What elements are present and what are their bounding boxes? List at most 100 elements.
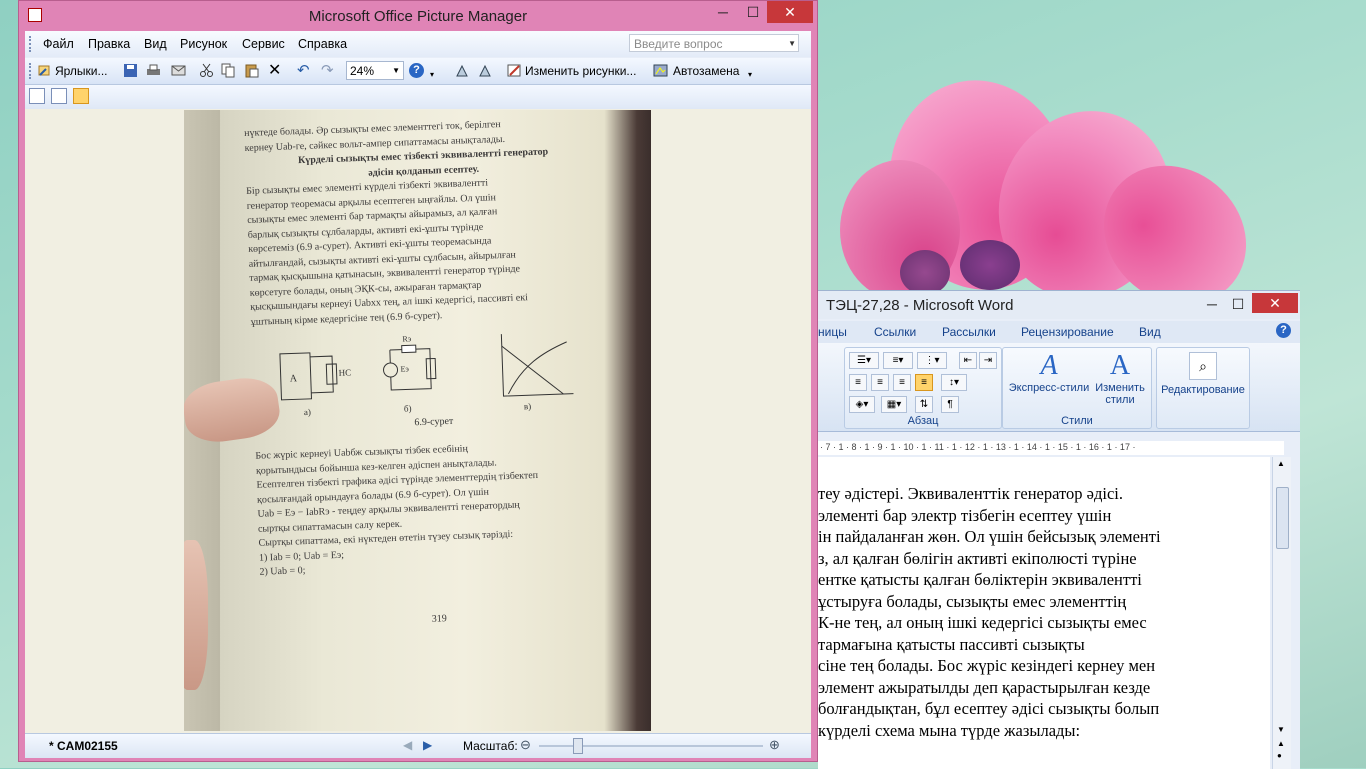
document-page[interactable]: теу әдістері. Эквиваленттік генератор әд… [818,457,1270,769]
picture-canvas[interactable]: нүктеде болады. Әр сызықты емес элементт… [25,109,811,733]
copy-icon[interactable] [221,63,236,78]
rotate-right-icon[interactable] [477,63,492,78]
filmstrip-view-icon[interactable] [51,88,67,104]
redo-icon[interactable]: ↷ [321,62,334,80]
menu-view[interactable]: Вид [144,37,167,51]
scroll-down-icon[interactable]: ▼ [1277,725,1285,734]
undo-icon[interactable]: ↶ [297,62,310,80]
print-icon[interactable] [146,63,161,78]
select-browse-object-icon[interactable]: ● [1277,751,1282,760]
paragraph-group: ☰▾ ≡▾ ⋮▾ ⇤ ⇥ ≡ ≡ ≡ ≡ ↕▾ ◈▾ ▦▾ ⇅ ¶ Абзац [844,347,1002,429]
sort-icon[interactable]: ⇅ [915,396,933,413]
cut-icon[interactable] [199,63,214,78]
doc-line: теу әдістері. Эквиваленттік генератор әд… [818,484,1123,503]
scrollbar-thumb[interactable] [1276,487,1289,549]
word-title-bar[interactable]: ТЭЦ-27,28 - Microsoft Word ─ ☐ ✕ [818,291,1300,319]
zoom-dropdown-icon[interactable]: ▼ [392,66,400,75]
book-photo[interactable]: нүктеде болады. Әр сызықты емес элементт… [184,110,651,731]
zoom-in-icon[interactable]: ⊕ [769,737,780,753]
numbering-icon[interactable]: ≡▾ [883,352,913,369]
menu-edit[interactable]: Правка [88,37,130,51]
thumbnail-view-icon[interactable] [29,88,45,104]
justify-icon[interactable]: ≡ [915,374,933,391]
tab-mailings[interactable]: Рассылки [942,325,996,339]
horizontal-ruler[interactable]: · 7 · 1 · 8 · 1 · 9 · 1 · 10 · 1 · 11 · … [818,441,1284,455]
delete-icon[interactable]: ✕ [268,62,281,80]
word-maximize-button[interactable]: ☐ [1228,293,1248,315]
zoom-label: Масштаб: [463,739,518,753]
previous-picture-icon[interactable]: ◀ [403,738,412,752]
prev-page-icon[interactable]: ▲ [1277,739,1285,748]
toolbar-grip-icon[interactable] [29,63,34,79]
shortcuts-icon[interactable] [37,63,52,78]
autocorrect-button[interactable]: Автозамена [673,62,739,80]
word-close-button[interactable]: ✕ [1252,293,1298,313]
multilevel-list-icon[interactable]: ⋮▾ [917,352,947,369]
status-bar: * CAM02155 ◀ ▶ Масштаб: ⊖ ⊕ [25,733,811,758]
menu-grip-icon[interactable] [29,36,34,52]
zoom-slider-thumb[interactable] [573,738,583,754]
word-minimize-button[interactable]: ─ [1202,293,1222,315]
doc-line: з, ал қалған бөлігін активті екіполюсті … [818,548,1137,568]
edit-pictures-icon[interactable] [507,63,522,78]
menu-file[interactable]: Файл [43,37,74,51]
show-marks-icon[interactable]: ¶ [941,396,959,413]
paste-icon[interactable] [244,63,259,78]
change-styles-label-2: стили [1105,394,1135,406]
find-icon[interactable]: ⌕ [1189,352,1217,380]
zoom-out-icon[interactable]: ⊖ [520,737,531,753]
save-icon[interactable] [123,63,138,78]
change-styles-button[interactable]: A Изменить стили [1091,350,1149,410]
zoom-slider[interactable] [539,738,763,754]
styles-group-label: Стили [1061,415,1093,427]
email-icon[interactable] [171,63,186,78]
figure-caption: 6.9-сурет [414,416,454,428]
align-left-icon[interactable]: ≡ [849,374,867,391]
ask-question-box[interactable]: Введите вопрос ▼ [629,34,799,52]
zoom-value: 24% [350,64,375,78]
rotate-left-icon[interactable] [455,63,470,78]
view-toolbar [25,85,811,109]
editing-label[interactable]: Редактирование [1157,384,1249,396]
ask-dropdown-icon[interactable]: ▼ [788,35,796,53]
menu-picture[interactable]: Рисунок [180,37,227,51]
help-icon[interactable]: ? [409,63,424,78]
increase-indent-icon[interactable]: ⇥ [979,352,997,369]
window-title: Microsoft Office Picture Manager [308,8,528,25]
decrease-indent-icon[interactable]: ⇤ [959,352,977,369]
tab-references[interactable]: Ссылки [874,325,916,339]
close-button[interactable]: ✕ [767,1,813,23]
doc-line: ұстыруға болады, сызықты емес элементтің [818,591,1127,611]
align-center-icon[interactable]: ≡ [871,374,889,391]
minimize-button[interactable]: ─ [709,1,737,23]
tab-page-layout[interactable]: ницы [818,325,847,339]
menu-help[interactable]: Справка [298,37,347,51]
toolbar-overflow-icon[interactable]: ▾ [430,66,434,84]
doc-line: К-не тең, ал оның ішкі кедергісі сызықты… [818,613,1147,632]
next-picture-icon[interactable]: ▶ [423,738,432,752]
shading-icon[interactable]: ◈▾ [849,396,875,413]
flower-center [960,240,1020,290]
zoom-select[interactable]: 24% ▼ [346,61,404,80]
menu-tools[interactable]: Сервис [242,37,285,51]
editing-group[interactable]: ⌕ Редактирование [1156,347,1250,429]
align-right-icon[interactable]: ≡ [893,374,911,391]
vertical-scrollbar[interactable]: ▲ ▼ ▲ ● [1272,457,1291,769]
line-spacing-icon[interactable]: ↕▾ [941,374,967,391]
maximize-button[interactable]: ☐ [739,1,767,23]
figure-label-ee: Eэ [400,364,409,373]
ribbon-help-icon[interactable]: ? [1276,323,1291,338]
title-bar[interactable]: Microsoft Office Picture Manager ─ ☐ ✕ [19,1,817,29]
tab-review[interactable]: Рецензирование [1021,325,1114,339]
scroll-up-icon[interactable]: ▲ [1277,459,1285,468]
tab-view[interactable]: Вид [1139,325,1161,339]
autocorrect-icon[interactable] [653,63,668,78]
toolbar-options-icon[interactable]: ▾ [748,66,752,84]
bullets-icon[interactable]: ☰▾ [849,352,879,369]
borders-icon[interactable]: ▦▾ [881,396,907,413]
paragraph-group-label: Абзац [907,415,939,427]
single-picture-view-icon[interactable] [73,88,89,104]
edit-pictures-button[interactable]: Изменить рисунки... [525,62,636,80]
express-styles-button[interactable]: A Экспресс-стили [1007,350,1091,406]
shortcuts-button[interactable]: Ярлыки... [55,62,108,80]
